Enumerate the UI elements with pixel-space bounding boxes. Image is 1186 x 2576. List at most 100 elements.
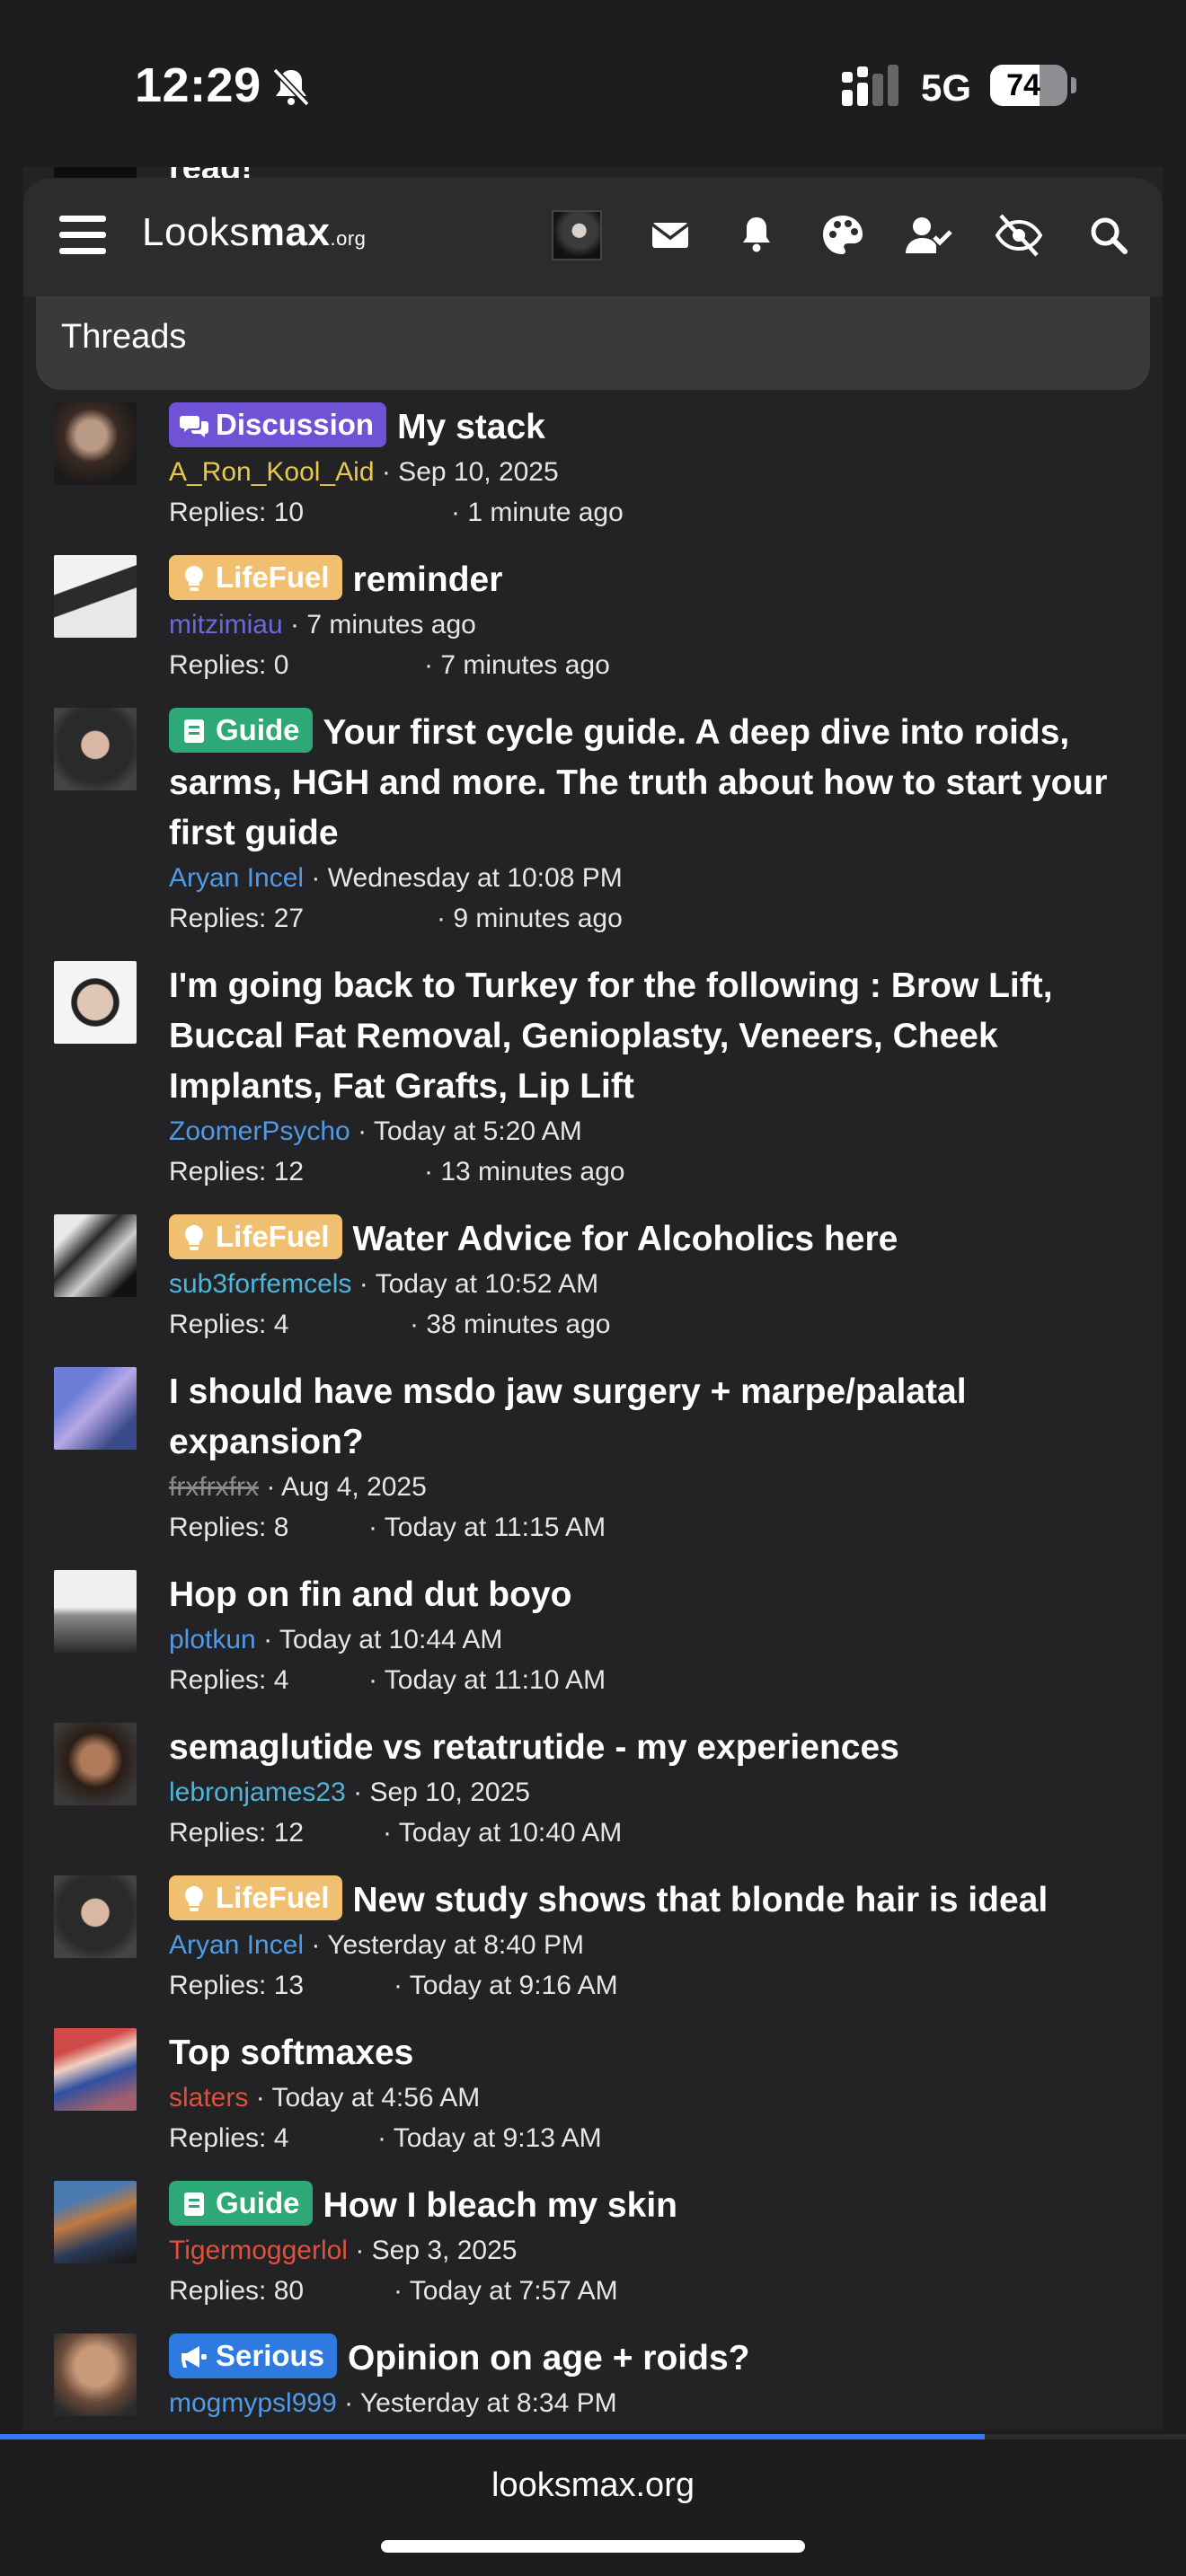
thread-start-date: · Wednesday at 10:08 PM	[311, 863, 623, 893]
eye-slash-icon[interactable]	[994, 210, 1044, 260]
logo-bold: max	[249, 210, 331, 254]
thread-author[interactable]: Tigermoggerlol	[169, 2236, 348, 2265]
reply-count: Replies: 27	[169, 904, 305, 933]
user-check-icon[interactable]	[902, 210, 952, 260]
thread-title[interactable]: semaglutide vs retatrutide - my experien…	[169, 1723, 1139, 1773]
thread-title-text[interactable]: Hop on fin and dut boyo	[169, 1575, 571, 1614]
thread-author[interactable]: frxfrxfrx	[169, 1472, 259, 1502]
thread-title[interactable]: Serious Opinion on age + roids?	[169, 2333, 1139, 2384]
thread-title[interactable]: I should have msdo jaw surgery + marpe/p…	[169, 1367, 1139, 1468]
reply-count: Replies: 13	[169, 1971, 305, 2000]
thread-body: Guide Your first cycle guide. A deep dive…	[169, 708, 1139, 943]
last-post-time[interactable]: · Today at 9:16 AM	[394, 1971, 618, 2001]
thread-stats: Replies: 80 · Today at 7:57 AM	[169, 2276, 1139, 2316]
thread-body: LifeFuel reminder mitzimiau · 7 minutes ag…	[169, 555, 1139, 690]
thread-title-text[interactable]: reminder	[353, 560, 503, 599]
envelope-icon[interactable]	[645, 210, 695, 260]
thread-start-date: · Today at 4:56 AM	[255, 2083, 481, 2113]
address-bar[interactable]: looksmax.org	[0, 2466, 1186, 2505]
thread-title[interactable]: Guide Your first cycle guide. A deep dive…	[169, 708, 1139, 859]
thread-prefix-badge[interactable]: Discussion	[169, 402, 387, 447]
thread-title-text[interactable]: I'm going back to Turkey for the followi…	[169, 966, 1053, 1106]
last-post-time[interactable]: · Today at 11:10 AM	[368, 1665, 606, 1696]
thread-title-text[interactable]: New study shows that blonde hair is idea…	[353, 1881, 1049, 1919]
site-logo[interactable]: Looksmax.org	[142, 210, 366, 255]
thread-title-text[interactable]: Water Advice for Alcoholics here	[353, 1220, 898, 1258]
thread-stats: Replies: 10 · 1 minute ago	[169, 498, 1139, 537]
avatar[interactable]	[54, 961, 137, 1044]
avatar[interactable]	[54, 1214, 137, 1297]
thread-author[interactable]: plotkun	[169, 1625, 256, 1654]
last-post-time[interactable]: · 13 minutes ago	[424, 1157, 624, 1187]
thread-prefix-badge[interactable]: LifeFuel	[169, 1875, 342, 1920]
thread-title[interactable]: I'm going back to Turkey for the followi…	[169, 961, 1139, 1112]
thread-title-text[interactable]: I should have msdo jaw surgery + marpe/p…	[169, 1372, 967, 1461]
thread-prefix-badge[interactable]: Serious	[169, 2333, 338, 2378]
thread-author[interactable]: slaters	[169, 2083, 248, 2113]
thread-author[interactable]: lebronjames23	[169, 1778, 346, 1807]
avatar[interactable]	[54, 708, 137, 790]
last-post-time[interactable]: · Today at 11:15 AM	[368, 1513, 606, 1543]
thread-meta: Tigermoggerlol · Sep 3, 2025	[169, 2233, 1139, 2269]
last-post-time[interactable]: · 38 minutes ago	[410, 1310, 610, 1340]
avatar[interactable]	[54, 2333, 137, 2416]
search-icon[interactable]	[1084, 210, 1134, 260]
lifefuel-badge-icon	[180, 1220, 216, 1253]
thread-author[interactable]: A_Ron_Kool_Aid	[169, 457, 375, 487]
thread-title[interactable]: LifeFuel reminder	[169, 555, 1139, 605]
thread-title[interactable]: LifeFuel New study shows that blonde hair…	[169, 1875, 1139, 1926]
thread-title-text[interactable]: Opinion on age + roids?	[348, 2339, 749, 2378]
thread-stats: Replies: 4 · Today at 11:10 AM	[169, 1665, 1139, 1705]
thread-start-date: · Aug 4, 2025	[266, 1472, 427, 1502]
page-title[interactable]: Threads	[61, 318, 186, 357]
avatar[interactable]	[54, 555, 137, 638]
reply-count: Replies: 80	[169, 2276, 305, 2306]
thread-title[interactable]: Discussion My stack	[169, 402, 1139, 453]
thread-meta: frxfrxfrx · Aug 4, 2025	[169, 1469, 1139, 1505]
thread-meta: Aryan Incel · Yesterday at 8:40 PM	[169, 1928, 1139, 1963]
avatar[interactable]	[54, 2181, 137, 2263]
thread-prefix-badge[interactable]: LifeFuel	[169, 1214, 342, 1259]
thread-author[interactable]: Aryan Incel	[169, 1930, 304, 1960]
last-post-time[interactable]: · Today at 7:57 AM	[394, 2276, 618, 2307]
last-post-time[interactable]: · Today at 9:13 AM	[377, 2123, 602, 2154]
bell-icon[interactable]	[731, 210, 782, 260]
battery-icon: 74	[990, 65, 1067, 106]
last-post-time[interactable]: · Today at 10:40 AM	[383, 1818, 622, 1848]
reply-count: Replies: 4	[169, 2123, 289, 2153]
reply-count: Replies: 12	[169, 1157, 305, 1187]
palette-icon[interactable]	[818, 210, 868, 260]
avatar[interactable]	[54, 1570, 137, 1653]
avatar[interactable]	[54, 1367, 137, 1450]
thread-prefix-badge[interactable]: Guide	[169, 2181, 313, 2226]
avatar[interactable]	[54, 402, 137, 485]
last-post-time[interactable]: · 7 minutes ago	[424, 650, 610, 681]
thread-author[interactable]: Aryan Incel	[169, 863, 304, 893]
thread-title-text[interactable]: My stack	[397, 408, 545, 446]
menu-icon[interactable]	[59, 216, 106, 255]
thread-author[interactable]: ZoomerPsycho	[169, 1116, 350, 1146]
thread-stats: Replies: 12 · Today at 10:40 AM	[169, 1818, 1139, 1857]
thread-author[interactable]: sub3forfemcels	[169, 1269, 351, 1299]
thread-title[interactable]: Top softmaxes	[169, 2028, 1139, 2078]
thread-author[interactable]: mogmypsl999	[169, 2388, 337, 2418]
avatar[interactable]	[54, 2028, 137, 2111]
thread-meta: lebronjames23 · Sep 10, 2025	[169, 1775, 1139, 1811]
thread-start-date: · 7 minutes ago	[290, 610, 476, 640]
thread-title-text[interactable]: Top softmaxes	[169, 2033, 413, 2072]
avatar[interactable]	[54, 1723, 137, 1805]
home-indicator[interactable]	[381, 2540, 805, 2553]
thread-prefix-badge[interactable]: Guide	[169, 708, 313, 753]
last-post-time[interactable]: · 1 minute ago	[451, 498, 624, 528]
thread-title-text[interactable]: How I bleach my skin	[323, 2186, 677, 2225]
thread-title[interactable]: LifeFuel Water Advice for Alcoholics here	[169, 1214, 1139, 1265]
thread-title[interactable]: Guide How I bleach my skin	[169, 2181, 1139, 2231]
thread-title-text[interactable]: semaglutide vs retatrutide - my experien…	[169, 1728, 899, 1767]
thread-prefix-badge[interactable]: LifeFuel	[169, 555, 342, 600]
avatar[interactable]	[54, 1875, 137, 1958]
thread-title[interactable]: Hop on fin and dut boyo	[169, 1570, 1139, 1620]
thread-start-date: · Sep 10, 2025	[353, 1778, 530, 1807]
last-post-time[interactable]: · 9 minutes ago	[437, 904, 623, 934]
user-avatar[interactable]	[552, 210, 602, 260]
thread-author[interactable]: mitzimiau	[169, 610, 283, 640]
